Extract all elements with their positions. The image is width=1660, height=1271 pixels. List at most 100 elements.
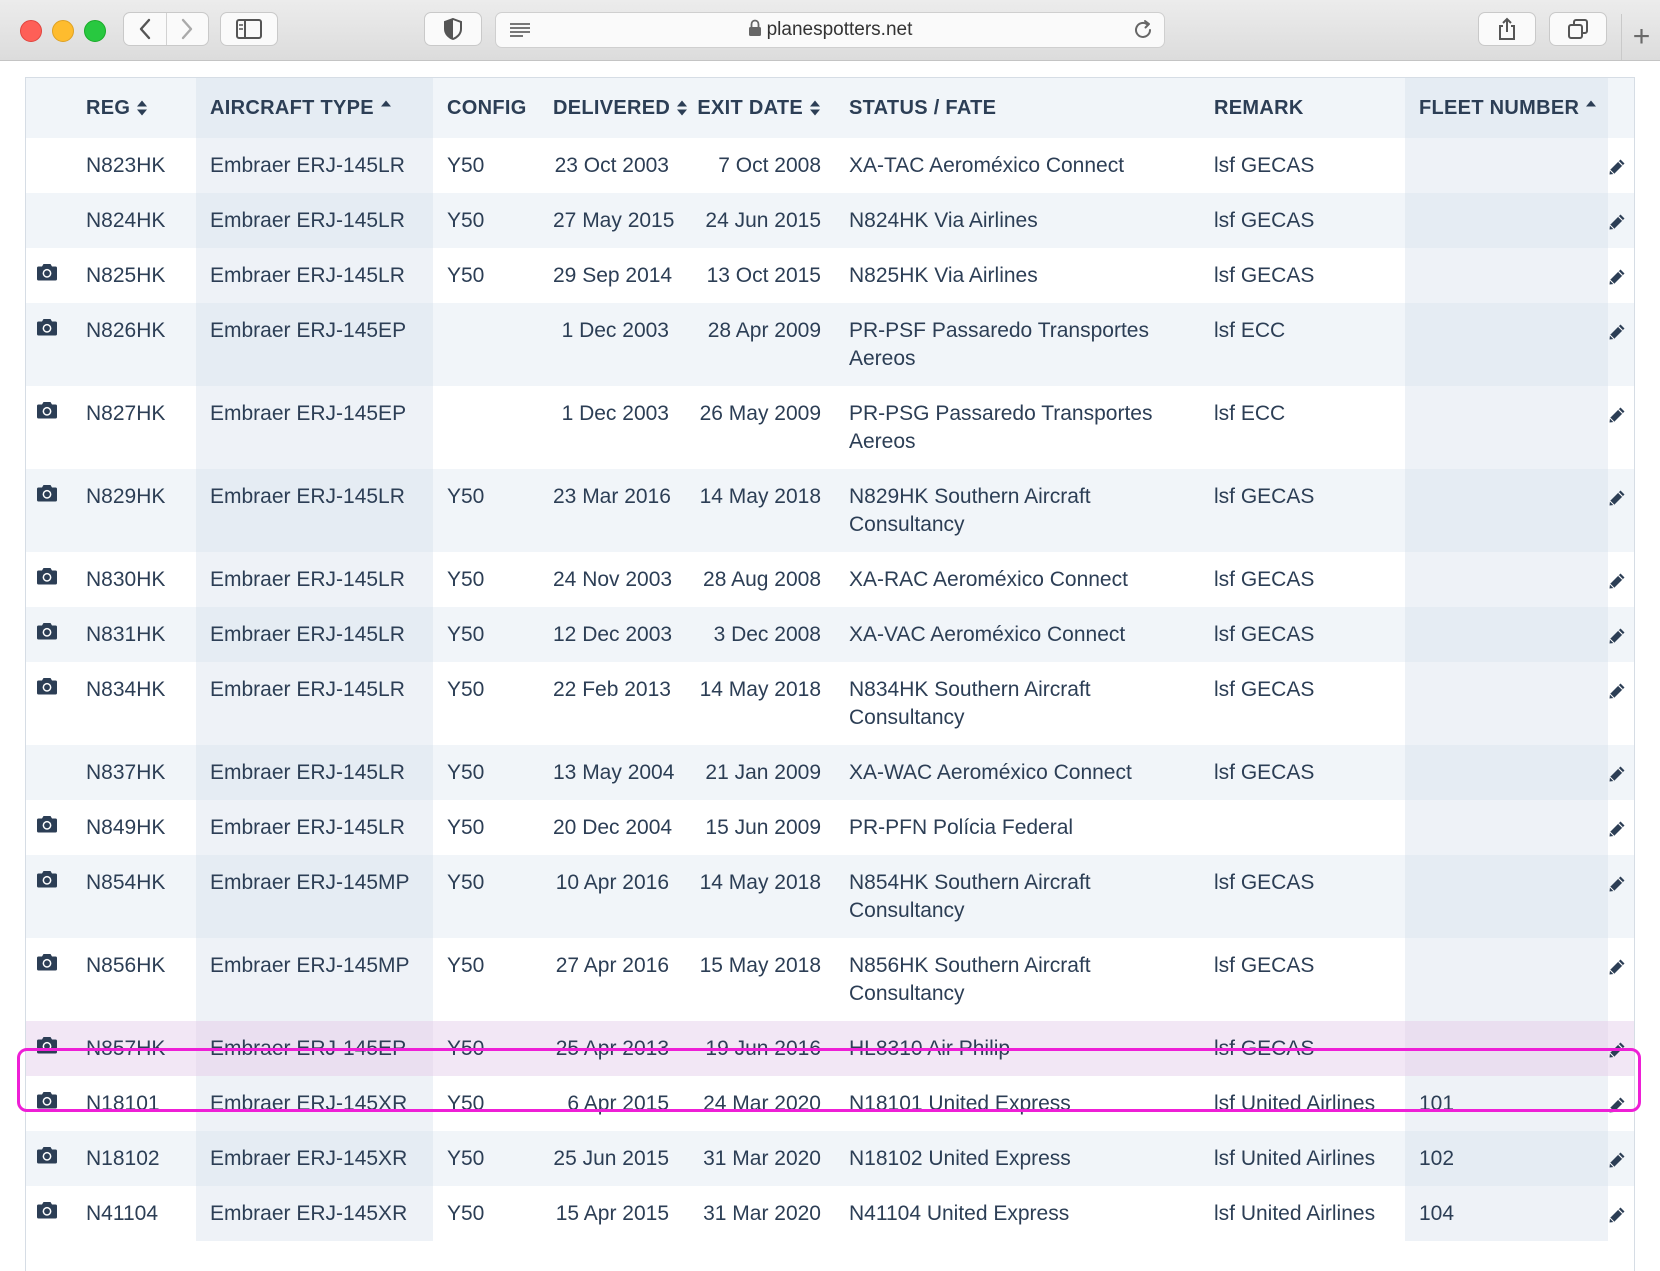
camera-icon[interactable] xyxy=(36,1092,58,1115)
table-row[interactable]: N18101 Embraer ERJ-145XR Y50 6 Apr 2015 24 M… xyxy=(26,1076,1634,1131)
pencil-icon[interactable] xyxy=(1608,1041,1626,1064)
privacy-report-button[interactable] xyxy=(424,12,482,46)
url-text: planespotters.net xyxy=(766,19,913,40)
zoom-window-button[interactable] xyxy=(84,20,106,42)
camera-icon[interactable] xyxy=(36,678,58,701)
table-row[interactable]: N856HK Embraer ERJ-145MP Y50 27 Apr 2016 15 … xyxy=(26,938,1634,1021)
photo-cell[interactable] xyxy=(26,469,72,552)
pencil-icon[interactable] xyxy=(1608,268,1626,291)
forward-button[interactable] xyxy=(165,13,209,45)
pencil-icon[interactable] xyxy=(1608,875,1626,898)
camera-icon[interactable] xyxy=(36,954,58,977)
photo-cell[interactable] xyxy=(26,855,72,938)
camera-icon[interactable] xyxy=(36,402,58,425)
remark-cell: lsf GECAS xyxy=(1200,193,1405,248)
pencil-icon[interactable] xyxy=(1608,765,1626,788)
photo-cell[interactable] xyxy=(26,662,72,745)
header-edit xyxy=(1608,78,1634,138)
header-exit-date[interactable]: EXIT DATE xyxy=(683,78,835,138)
back-button[interactable] xyxy=(124,13,166,45)
photo-cell[interactable] xyxy=(26,303,72,386)
share-button[interactable] xyxy=(1478,12,1536,46)
sidebar-toggle-button[interactable] xyxy=(220,12,278,46)
camera-icon[interactable] xyxy=(36,816,58,839)
photo-cell[interactable] xyxy=(26,552,72,607)
pencil-icon[interactable] xyxy=(1608,572,1626,595)
table-row[interactable]: N18102 Embraer ERJ-145XR Y50 25 Jun 2015 31 … xyxy=(26,1131,1634,1186)
pencil-icon[interactable] xyxy=(1608,682,1626,705)
new-tab-button[interactable]: + xyxy=(1621,14,1660,60)
photo-cell[interactable] xyxy=(26,1131,72,1186)
table-row[interactable]: N837HK Embraer ERJ-145LR Y50 13 May 2004 21 … xyxy=(26,745,1634,800)
pencil-icon[interactable] xyxy=(1608,1206,1626,1229)
table-row[interactable]: N834HK Embraer ERJ-145LR Y50 22 Feb 2013 14 … xyxy=(26,662,1634,745)
table-row[interactable]: N41104 Embraer ERJ-145XR Y50 15 Apr 2015 31 … xyxy=(26,1186,1634,1241)
header-reg[interactable]: REG xyxy=(72,78,196,138)
fleet-number-cell xyxy=(1405,607,1608,662)
camera-icon[interactable] xyxy=(36,319,58,342)
pencil-icon[interactable] xyxy=(1608,1096,1626,1119)
photo-cell[interactable] xyxy=(26,938,72,1021)
photo-cell[interactable] xyxy=(26,1021,72,1076)
aircraft-type-cell: Embraer ERJ-145LR xyxy=(196,745,433,800)
header-fleet-number-label: FLEET NUMBER xyxy=(1419,96,1580,119)
close-window-button[interactable] xyxy=(20,20,42,42)
table-row[interactable]: N829HK Embraer ERJ-145LR Y50 23 Mar 2016 14 … xyxy=(26,469,1634,552)
pencil-icon[interactable] xyxy=(1608,406,1626,429)
table-row[interactable]: N831HK Embraer ERJ-145LR Y50 12 Dec 2003 3 D… xyxy=(26,607,1634,662)
table-row[interactable]: N854HK Embraer ERJ-145MP Y50 10 Apr 2016 14 … xyxy=(26,855,1634,938)
photo-cell[interactable] xyxy=(26,1076,72,1131)
header-remark-label: REMARK xyxy=(1214,96,1304,119)
delivered-cell: 22 Feb 2013 xyxy=(539,662,683,745)
table-row[interactable]: N826HK Embraer ERJ-145EP 1 Dec 2003 28 Apr … xyxy=(26,303,1634,386)
camera-icon[interactable] xyxy=(36,1037,58,1060)
status-fate-cell: N856HK Southern Aircraft Consultancy xyxy=(835,938,1200,1021)
photo-cell[interactable] xyxy=(26,386,72,469)
minimize-window-button[interactable] xyxy=(52,20,74,42)
reg-cell: N854HK xyxy=(72,855,196,938)
sort-both-icon xyxy=(137,100,148,116)
sort-ascending-icon xyxy=(380,100,391,107)
pencil-icon[interactable] xyxy=(1608,489,1626,512)
pencil-icon[interactable] xyxy=(1608,958,1626,981)
share-icon xyxy=(1499,17,1515,40)
aircraft-type-cell: Embraer ERJ-145LR xyxy=(196,607,433,662)
reload-button[interactable] xyxy=(1132,19,1154,46)
photo-cell[interactable] xyxy=(26,607,72,662)
pencil-icon[interactable] xyxy=(1608,1151,1626,1174)
camera-icon[interactable] xyxy=(36,871,58,894)
header-fleet-number[interactable]: FLEET NUMBER xyxy=(1405,78,1608,138)
photo-cell[interactable] xyxy=(26,800,72,855)
tab-overview-button[interactable] xyxy=(1549,12,1607,46)
pencil-icon[interactable] xyxy=(1608,323,1626,346)
photo-cell[interactable] xyxy=(26,248,72,303)
status-fate-cell: N825HK Via Airlines xyxy=(835,248,1200,303)
header-aircraft-type[interactable]: AIRCRAFT TYPE xyxy=(196,78,433,138)
camera-icon[interactable] xyxy=(36,1202,58,1225)
camera-icon[interactable] xyxy=(36,264,58,287)
pencil-icon[interactable] xyxy=(1608,213,1626,236)
pencil-icon[interactable] xyxy=(1608,820,1626,843)
table-row[interactable]: N825HK Embraer ERJ-145LR Y50 29 Sep 2014 13 … xyxy=(26,248,1634,303)
table-row[interactable]: N827HK Embraer ERJ-145EP 1 Dec 2003 26 May … xyxy=(26,386,1634,469)
table-row[interactable]: N824HK Embraer ERJ-145LR Y50 27 May 2015 24 … xyxy=(26,193,1634,248)
table-row[interactable]: N830HK Embraer ERJ-145LR Y50 24 Nov 2003 28 … xyxy=(26,552,1634,607)
camera-icon[interactable] xyxy=(36,1147,58,1170)
remark-cell: lsf GECAS xyxy=(1200,938,1405,1021)
config-cell xyxy=(433,303,539,386)
pencil-icon[interactable] xyxy=(1608,627,1626,650)
table-row[interactable]: N823HK Embraer ERJ-145LR Y50 23 Oct 2003 7 O… xyxy=(26,138,1634,193)
header-status-fate: STATUS / FATE xyxy=(835,78,1200,138)
table-row[interactable]: N857HK Embraer ERJ-145EP Y50 25 Apr 2013 19 … xyxy=(26,1021,1634,1076)
photo-cell[interactable] xyxy=(26,1186,72,1241)
fleet-table-container: REG AIRCRAFT TYPE CONFIG DELIVERED EXIT … xyxy=(25,77,1635,1271)
camera-icon[interactable] xyxy=(36,623,58,646)
camera-icon[interactable] xyxy=(36,568,58,591)
remark-cell: lsf GECAS xyxy=(1200,248,1405,303)
table-row[interactable]: N849HK Embraer ERJ-145LR Y50 20 Dec 2004 15 … xyxy=(26,800,1634,855)
camera-icon[interactable] xyxy=(36,485,58,508)
header-delivered[interactable]: DELIVERED xyxy=(539,78,688,138)
pencil-icon[interactable] xyxy=(1608,158,1626,181)
config-cell: Y50 xyxy=(433,662,539,745)
address-bar[interactable]: planespotters.net xyxy=(495,12,1165,48)
